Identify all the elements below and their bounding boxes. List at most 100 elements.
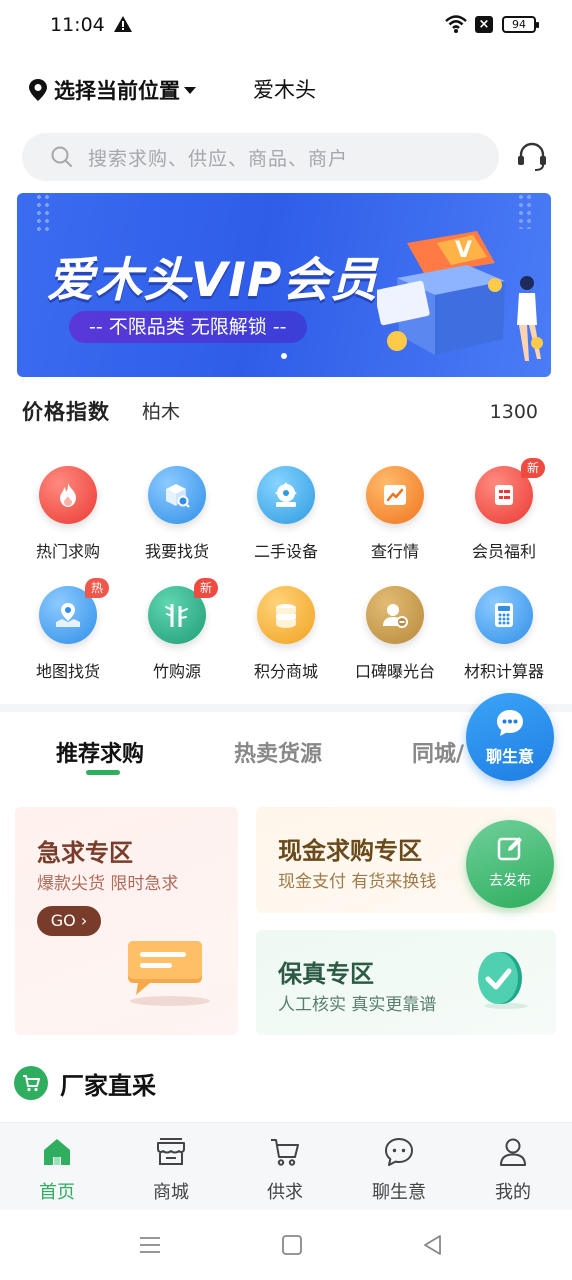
caret-down-icon bbox=[184, 86, 196, 94]
grid-item-member-benefits[interactable]: 新 会员福利 bbox=[449, 458, 559, 570]
home-icon bbox=[44, 1139, 70, 1165]
user-badge-icon bbox=[366, 586, 424, 644]
factory-direct-heading: 厂家直采 bbox=[14, 1065, 156, 1101]
price-index-wood: 柏木 bbox=[142, 401, 181, 423]
tab-hot-selling[interactable]: 热卖货源 bbox=[234, 736, 322, 768]
grid-item-bamboo-source[interactable]: 新 竹购源 bbox=[122, 578, 232, 690]
section-title: 厂家直采 bbox=[60, 1071, 156, 1100]
grid-item-find-goods[interactable]: 我要找货 bbox=[122, 460, 232, 570]
new-tag: 新 bbox=[194, 578, 219, 598]
svg-text:V: V bbox=[455, 238, 472, 263]
nav-label: 我的 bbox=[495, 1182, 531, 1203]
chat-dots-icon bbox=[497, 710, 523, 736]
home-square-icon[interactable] bbox=[279, 1232, 305, 1258]
price-index-value: 1300 bbox=[489, 401, 538, 423]
grid-item-market-trend[interactable]: 查行情 bbox=[340, 460, 450, 570]
card-title: 现金求购专区 bbox=[278, 837, 422, 865]
calculator-icon bbox=[475, 586, 533, 644]
go-button[interactable]: GO › bbox=[37, 906, 101, 936]
search-placeholder: 搜索求购、供应、商品、商户 bbox=[88, 147, 349, 170]
grid-item-label: 口碑曝光台 bbox=[354, 662, 435, 681]
grid-item-used-equipment[interactable]: 二手设备 bbox=[231, 460, 341, 570]
carousel-indicator bbox=[281, 353, 287, 359]
customer-service-icon[interactable] bbox=[515, 140, 549, 174]
saw-blade-icon bbox=[257, 466, 315, 524]
tab-same-city[interactable]: 同城/ bbox=[412, 736, 464, 768]
location-selector[interactable]: 选择当前位置 bbox=[28, 74, 196, 106]
nav-supply-demand[interactable]: 供求 bbox=[228, 1123, 342, 1211]
banner-title: 爱木头VIP会员 bbox=[47, 253, 379, 308]
battery-icon: 94 bbox=[502, 16, 539, 33]
grid-item-label: 积分商城 bbox=[253, 662, 318, 681]
bottom-navigation: 首页 商城 供求 聊生意 我的 bbox=[0, 1122, 572, 1210]
message-card-illustration bbox=[128, 941, 210, 1006]
status-bar: 11:04 × 94 bbox=[0, 0, 572, 52]
trend-chart-icon bbox=[366, 466, 424, 524]
nav-label: 首页 bbox=[39, 1182, 75, 1203]
coin-stack-icon bbox=[257, 586, 315, 644]
search-input[interactable]: 搜索求购、供应、商品、商户 bbox=[22, 133, 499, 181]
card-title: 保真专区 bbox=[278, 960, 374, 988]
box-search-icon bbox=[148, 466, 206, 524]
card-subtitle: 现金支付 有货来换钱 bbox=[278, 872, 437, 892]
grid-item-map-search[interactable]: 热 地图找货 bbox=[13, 578, 123, 690]
chat-bubble-icon bbox=[385, 1138, 413, 1166]
price-index-title: 价格指数 bbox=[22, 400, 110, 424]
urgent-zone-card[interactable]: 急求专区 爆款尖货 限时急求 GO › bbox=[15, 807, 238, 1035]
menu-icon[interactable] bbox=[137, 1232, 163, 1258]
grid-item-calculator[interactable]: 材积计算器 bbox=[449, 580, 559, 690]
vip-gift-box-illustration: V bbox=[377, 231, 505, 355]
warning-icon bbox=[114, 16, 132, 32]
post-label: 去发布 bbox=[489, 873, 531, 889]
post-button[interactable]: 去发布 bbox=[466, 820, 554, 908]
user-icon bbox=[500, 1138, 526, 1166]
banner-decoration bbox=[517, 193, 535, 229]
location-label: 选择当前位置 bbox=[54, 79, 180, 103]
shopping-cart-icon bbox=[14, 1066, 48, 1100]
nav-label: 供求 bbox=[267, 1182, 303, 1203]
new-tag: 新 bbox=[521, 458, 546, 478]
banner-decoration bbox=[35, 193, 51, 233]
store-icon bbox=[157, 1138, 185, 1165]
edit-icon bbox=[497, 837, 522, 861]
nav-mall[interactable]: 商城 bbox=[114, 1123, 228, 1211]
grid-item-label: 二手设备 bbox=[253, 542, 318, 561]
nav-label: 聊生意 bbox=[372, 1182, 426, 1203]
nav-home[interactable]: 首页 bbox=[0, 1123, 114, 1211]
card-subtitle: 爆款尖货 限时急求 bbox=[37, 874, 179, 894]
brand-name: 爱木头 bbox=[253, 78, 316, 102]
flame-icon bbox=[39, 466, 97, 524]
tab-recommended-purchase[interactable]: 推荐求购 bbox=[56, 736, 144, 768]
grid-item-label: 我要找货 bbox=[144, 542, 209, 561]
back-triangle-icon[interactable] bbox=[420, 1232, 446, 1258]
person-illustration bbox=[517, 276, 543, 361]
genuine-zone-card[interactable]: 保真专区 人工核实 真实更靠谱 bbox=[256, 930, 556, 1035]
chat-business-button[interactable]: 聊生意 bbox=[466, 693, 554, 781]
check-badge-illustration bbox=[478, 952, 528, 1009]
cart-icon bbox=[271, 1139, 299, 1166]
nav-chat[interactable]: 聊生意 bbox=[342, 1123, 456, 1211]
location-pin-icon bbox=[29, 79, 47, 101]
grid-item-label: 竹购源 bbox=[152, 662, 201, 681]
nav-profile[interactable]: 我的 bbox=[456, 1123, 570, 1211]
grid-item-label: 地图找货 bbox=[35, 662, 100, 681]
nav-label: 商城 bbox=[153, 1182, 189, 1203]
chat-business-label: 聊生意 bbox=[485, 747, 534, 766]
grid-item-reputation[interactable]: 口碑曝光台 bbox=[340, 580, 450, 690]
no-sim-icon: × bbox=[475, 16, 493, 33]
system-navigation-bar bbox=[0, 1210, 572, 1280]
wifi-icon bbox=[445, 15, 467, 33]
hot-tag: 热 bbox=[85, 578, 110, 598]
vip-banner[interactable]: 爱木头VIP会员 -- 不限品类 无限解锁 -- V bbox=[17, 193, 551, 377]
card-subtitle: 人工核实 真实更靠谱 bbox=[278, 995, 437, 1015]
card-title: 急求专区 bbox=[37, 839, 133, 867]
grid-item-hot-purchase[interactable]: 热门求购 bbox=[13, 460, 123, 570]
status-time: 11:04 bbox=[50, 14, 105, 36]
grid-item-label: 查行情 bbox=[370, 542, 419, 561]
grid-item-points-mall[interactable]: 积分商城 bbox=[231, 580, 341, 690]
grid-item-label: 热门求购 bbox=[35, 542, 100, 561]
active-tab-indicator bbox=[86, 770, 120, 775]
price-index-row[interactable]: 价格指数 柏木 1300 bbox=[22, 396, 542, 428]
banner-subtitle: -- 不限品类 无限解锁 -- bbox=[69, 311, 307, 343]
grid-item-label: 会员福利 bbox=[471, 542, 536, 561]
